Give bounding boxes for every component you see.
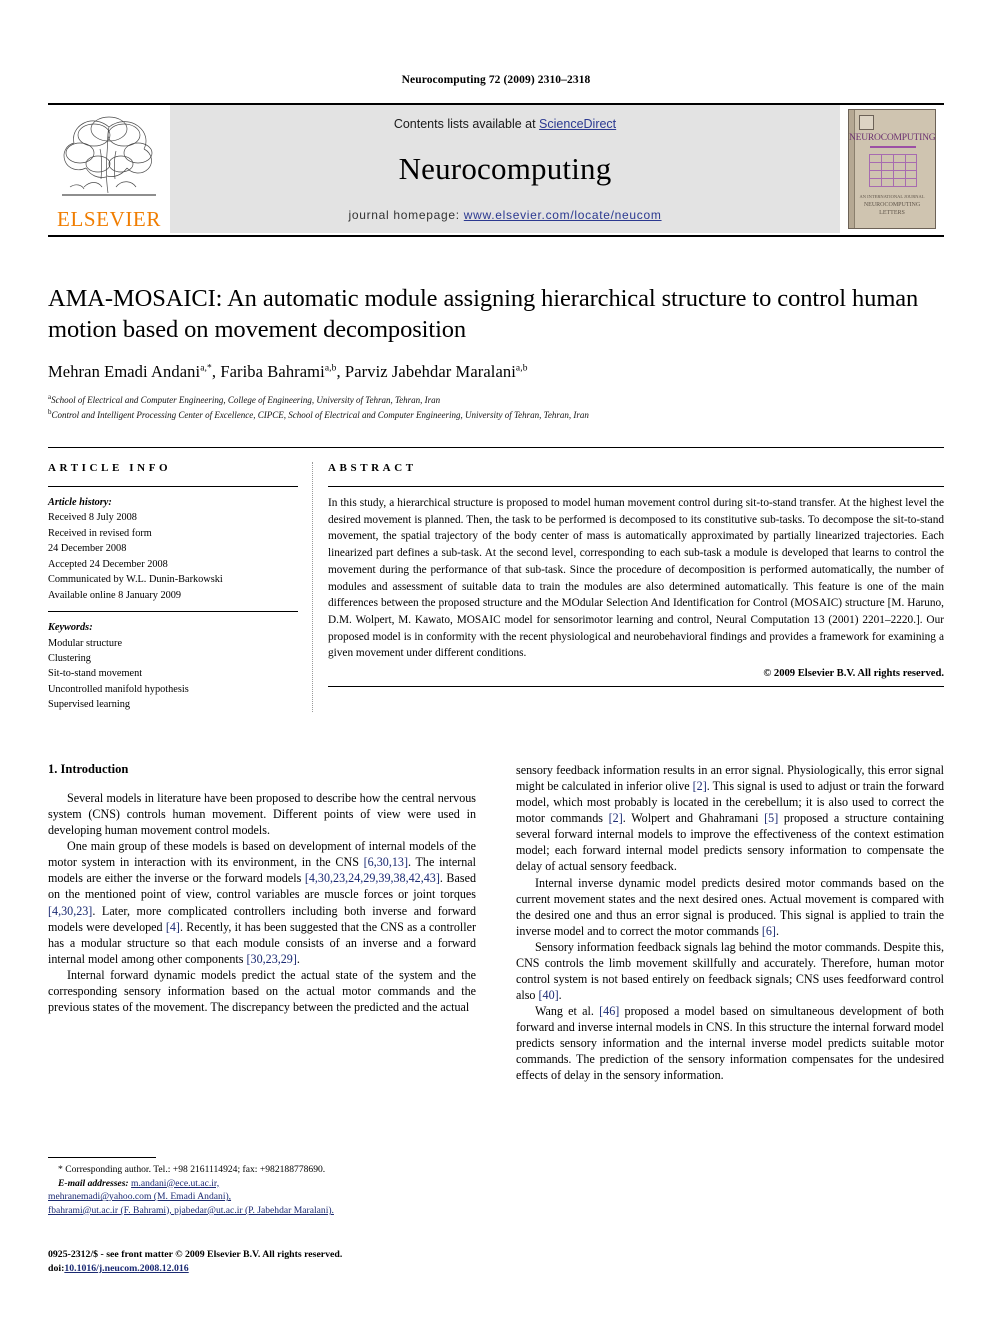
abstract-rule <box>328 486 944 487</box>
journal-cover-thumbnail: NEUROCOMPUTING AN INTERNATIONAL JOURNAL … <box>840 105 944 233</box>
affiliation-text: School of Electrical and Computer Engine… <box>51 394 441 405</box>
email-line-2: mehranemadi@yahoo.com (M. Emadi Andani), <box>48 1190 476 1204</box>
journal-masthead: ELSEVIER Contents lists available at Sci… <box>48 103 944 237</box>
keyword-item: Sit-to-stand movement <box>48 668 143 680</box>
author-list: Mehran Emadi Andania,*, Fariba Bahramia,… <box>48 361 528 381</box>
keywords-block: Keywords: Modular structure Clustering S… <box>48 620 298 713</box>
author-affiliation-mark: a,* <box>200 363 212 374</box>
cover-footer-line1: NEUROCOMPUTING <box>863 202 921 208</box>
section-heading-introduction: 1. Introduction <box>48 762 129 776</box>
article-info-column: ARTICLE INFO Article history: Received 8… <box>48 462 313 713</box>
body-paragraph: Internal inverse dynamic model predicts … <box>516 875 944 938</box>
imprint-block: 0925-2312/$ - see front matter © 2009 El… <box>48 1248 488 1276</box>
affiliation-item: aSchool of Electrical and Computer Engin… <box>48 392 944 408</box>
body-paragraph: Wang et al. [46] proposed a model based … <box>516 1004 944 1083</box>
author-name: Parviz Jabehdar Maralani <box>344 361 516 381</box>
article-info-rule <box>48 486 298 487</box>
running-head: Neurocomputing 72 (2009) 2310–2318 <box>401 74 591 86</box>
email-addresses-line: E-mail addresses: m.andani@ece.ut.ac.ir, <box>48 1177 476 1191</box>
email-line-3: fbahrami@ut.ac.ir (F. Bahrami), pjabedar… <box>48 1204 476 1218</box>
body-paragraph: Internal forward dynamic models predict … <box>48 967 476 1015</box>
imprint-front-matter: 0925-2312/$ - see front matter © 2009 El… <box>48 1249 343 1260</box>
cover-elsevier-mark-icon <box>859 115 874 130</box>
keyword-item: Modular structure <box>48 637 123 649</box>
email-link[interactable]: fbahrami@ut.ac.ir (F. Bahrami), pjabedar… <box>48 1205 334 1216</box>
body-paragraph: Sensory information feedback signals lag… <box>516 939 944 1003</box>
article-history-block: Article history: Received 8 July 2008 Re… <box>48 495 298 603</box>
affiliation-item: bControl and Intelligent Processing Cent… <box>48 407 944 423</box>
author-affiliation-mark: a,b <box>324 363 337 374</box>
body-paragraph: One main group of these models is based … <box>48 839 476 966</box>
abstract-copyright: © 2009 Elsevier B.V. All rights reserved… <box>763 668 944 680</box>
affiliation-text: Control and Intelligent Processing Cente… <box>51 410 589 421</box>
email-link[interactable]: mehranemadi@yahoo.com (M. Emadi Andani), <box>48 1191 231 1202</box>
elsevier-wordmark: ELSEVIER <box>57 207 161 231</box>
body-left-column: 1. Introduction Several models in litera… <box>48 762 476 1084</box>
masthead-band: Contents lists available at ScienceDirec… <box>170 105 840 233</box>
doi-label: doi: <box>48 1263 65 1275</box>
title-block: AMA-MOSAICI: An automatic module assigni… <box>48 283 944 423</box>
journal-homepage-link[interactable]: www.elsevier.com/locate/neucom <box>464 208 662 222</box>
cover-rule <box>870 146 916 148</box>
history-item: Received 8 July 2008 <box>48 512 137 524</box>
sciencedirect-link[interactable]: ScienceDirect <box>539 117 616 131</box>
author-name: Mehran Emadi Andani <box>48 361 201 381</box>
paper-title: AMA-MOSAICI: An automatic module assigni… <box>48 285 919 344</box>
history-item: 24 December 2008 <box>48 543 127 555</box>
elsevier-tree-icon <box>62 116 156 196</box>
email-addresses-label: E-mail addresses: <box>58 1177 129 1189</box>
affiliation-list: aSchool of Electrical and Computer Engin… <box>48 392 944 423</box>
author-affiliation-mark: a,b <box>515 363 528 374</box>
corresponding-author-note: * Corresponding author. Tel.: +98 216111… <box>58 1164 326 1175</box>
abstract-text: In this study, a hierarchical structure … <box>328 497 944 660</box>
email-link[interactable]: m.andani@ece.ut.ac.ir, <box>131 1178 219 1189</box>
body-columns: 1. Introduction Several models in litera… <box>48 762 944 1084</box>
body-paragraph: Several models in literature have been p… <box>48 791 476 838</box>
history-item: Accepted 24 December 2008 <box>48 558 168 570</box>
history-item: Communicated by W.L. Dunin-Barkowski <box>48 574 223 586</box>
journal-title: Neurocomputing <box>398 151 612 186</box>
elsevier-logo: ELSEVIER <box>48 105 170 233</box>
homepage-prefix-text: journal homepage: <box>348 208 464 222</box>
keyword-item: Clustering <box>48 652 91 664</box>
abstract-column: ABSTRACT In this study, a hierarchical s… <box>328 462 944 713</box>
keyword-item: Supervised learning <box>48 699 131 711</box>
column-dotted-divider <box>312 462 313 712</box>
footnote-block: * Corresponding author. Tel.: +98 216111… <box>48 1157 476 1217</box>
keyword-item: Uncontrolled manifold hypothesis <box>48 683 189 695</box>
keywords-label: Keywords: <box>48 622 93 634</box>
body-column-gap <box>476 762 516 1084</box>
author-name: Fariba Bahrami <box>220 361 325 381</box>
cover-footer-line2: LETTERS <box>879 210 905 216</box>
info-abstract-region: ARTICLE INFO Article history: Received 8… <box>48 447 944 713</box>
history-item: Received in revised form <box>48 527 152 539</box>
body-paragraph: sensory feedback information results in … <box>516 763 945 874</box>
article-history-label: Article history: <box>48 497 112 508</box>
footnote-rule <box>48 1157 156 1158</box>
body-right-column: sensory feedback information results in … <box>516 762 944 1084</box>
imprint-doi-line: doi:10.1016/j.neucom.2008.12.016 <box>48 1262 488 1276</box>
abstract-heading: ABSTRACT <box>328 462 417 474</box>
doi-link[interactable]: 10.1016/j.neucom.2008.12.016 <box>64 1263 188 1274</box>
abstract-bottom-rule <box>328 686 944 688</box>
article-info-heading: ARTICLE INFO <box>48 462 172 474</box>
paper-page: Neurocomputing 72 (2009) 2310–2318 ELSEV… <box>0 0 992 1323</box>
journal-homepage-line: journal homepage: www.elsevier.com/locat… <box>170 208 840 222</box>
column-gap <box>298 462 328 713</box>
keywords-divider <box>48 611 298 613</box>
contents-prefix-text: Contents lists available at <box>393 117 540 131</box>
cover-journal-title: NEUROCOMPUTING <box>849 133 936 143</box>
cover-grid-graphic <box>869 154 917 187</box>
cover-footer-small: AN INTERNATIONAL JOURNAL <box>859 194 925 199</box>
contents-available-line: Contents lists available at ScienceDirec… <box>170 117 840 131</box>
history-item: Available online 8 January 2009 <box>48 589 182 601</box>
